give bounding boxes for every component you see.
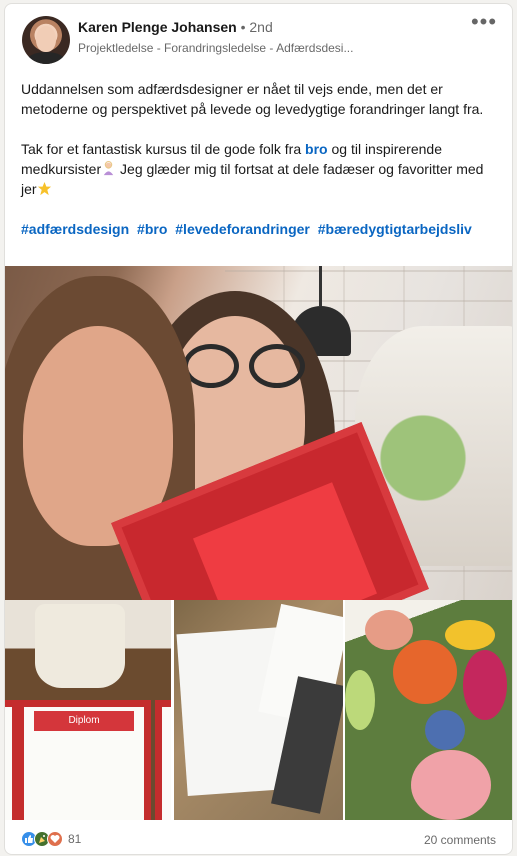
diploma-frame: Diplom bbox=[17, 700, 151, 820]
post-header: Karen Plenge Johansen • 2nd Projektledel… bbox=[5, 4, 512, 74]
diploma-heading: Diplom bbox=[34, 711, 134, 731]
author-avatar[interactable] bbox=[22, 16, 70, 64]
hashtag-link[interactable]: #bro bbox=[137, 221, 167, 237]
reaction-count: 81 bbox=[68, 832, 82, 846]
comments-count-link[interactable]: 20 comments bbox=[424, 833, 496, 847]
main-photo[interactable] bbox=[5, 266, 512, 600]
text-fragment: Tak for et fantastisk kursus til de gode… bbox=[21, 141, 306, 157]
social-counts-bar: 81 20 comments bbox=[5, 820, 512, 854]
photo-thumbnail[interactable] bbox=[345, 600, 512, 820]
avatar-shirt bbox=[26, 52, 66, 64]
photo-thumbnail[interactable] bbox=[174, 600, 343, 820]
flower bbox=[365, 610, 413, 650]
feed-post-card: Karen Plenge Johansen • 2nd Projektledel… bbox=[4, 3, 513, 855]
star-emoji-icon bbox=[37, 181, 51, 196]
flower bbox=[425, 710, 465, 750]
reactions-summary[interactable]: 81 bbox=[21, 831, 81, 847]
author-name[interactable]: Karen Plenge Johansen bbox=[78, 19, 237, 35]
post-text: Uddannelsen som adfærdsdesigner er nået … bbox=[21, 79, 491, 259]
avatar-face bbox=[36, 26, 56, 52]
photo-thumbnail[interactable]: Diplom bbox=[5, 600, 171, 820]
post-paragraph: Uddannelsen som adfærdsdesigner er nået … bbox=[21, 81, 484, 117]
flower bbox=[445, 620, 495, 650]
diploma-frame bbox=[155, 700, 171, 820]
connection-degree: • 2nd bbox=[240, 19, 273, 35]
hashtag-list: #adfærdsdesign #bro #levedeforandringer … bbox=[21, 219, 491, 239]
more-options-icon[interactable]: ••• bbox=[468, 11, 500, 41]
woman-emoji-icon bbox=[103, 161, 114, 176]
post-paragraph: Tak for et fantastisk kursus til de gode… bbox=[21, 139, 491, 199]
flower bbox=[393, 640, 457, 704]
author-headline: Projektledelse - Forandringsledelse - Ad… bbox=[78, 41, 354, 55]
glasses bbox=[183, 344, 307, 388]
gift-bag bbox=[35, 604, 125, 688]
flower bbox=[345, 670, 375, 730]
hashtag-link[interactable]: #adfærdsdesign bbox=[21, 221, 129, 237]
hashtag-link[interactable]: #bæredygtigtarbejdsliv bbox=[318, 221, 472, 237]
hashtag-link[interactable]: #levedeforandringer bbox=[175, 221, 310, 237]
flower bbox=[411, 750, 491, 820]
author-line: Karen Plenge Johansen • 2nd bbox=[78, 19, 273, 35]
lamp-cord bbox=[319, 266, 322, 306]
love-reaction-icon bbox=[47, 831, 63, 847]
mention-link[interactable]: bro bbox=[305, 141, 328, 157]
flower bbox=[463, 650, 507, 720]
